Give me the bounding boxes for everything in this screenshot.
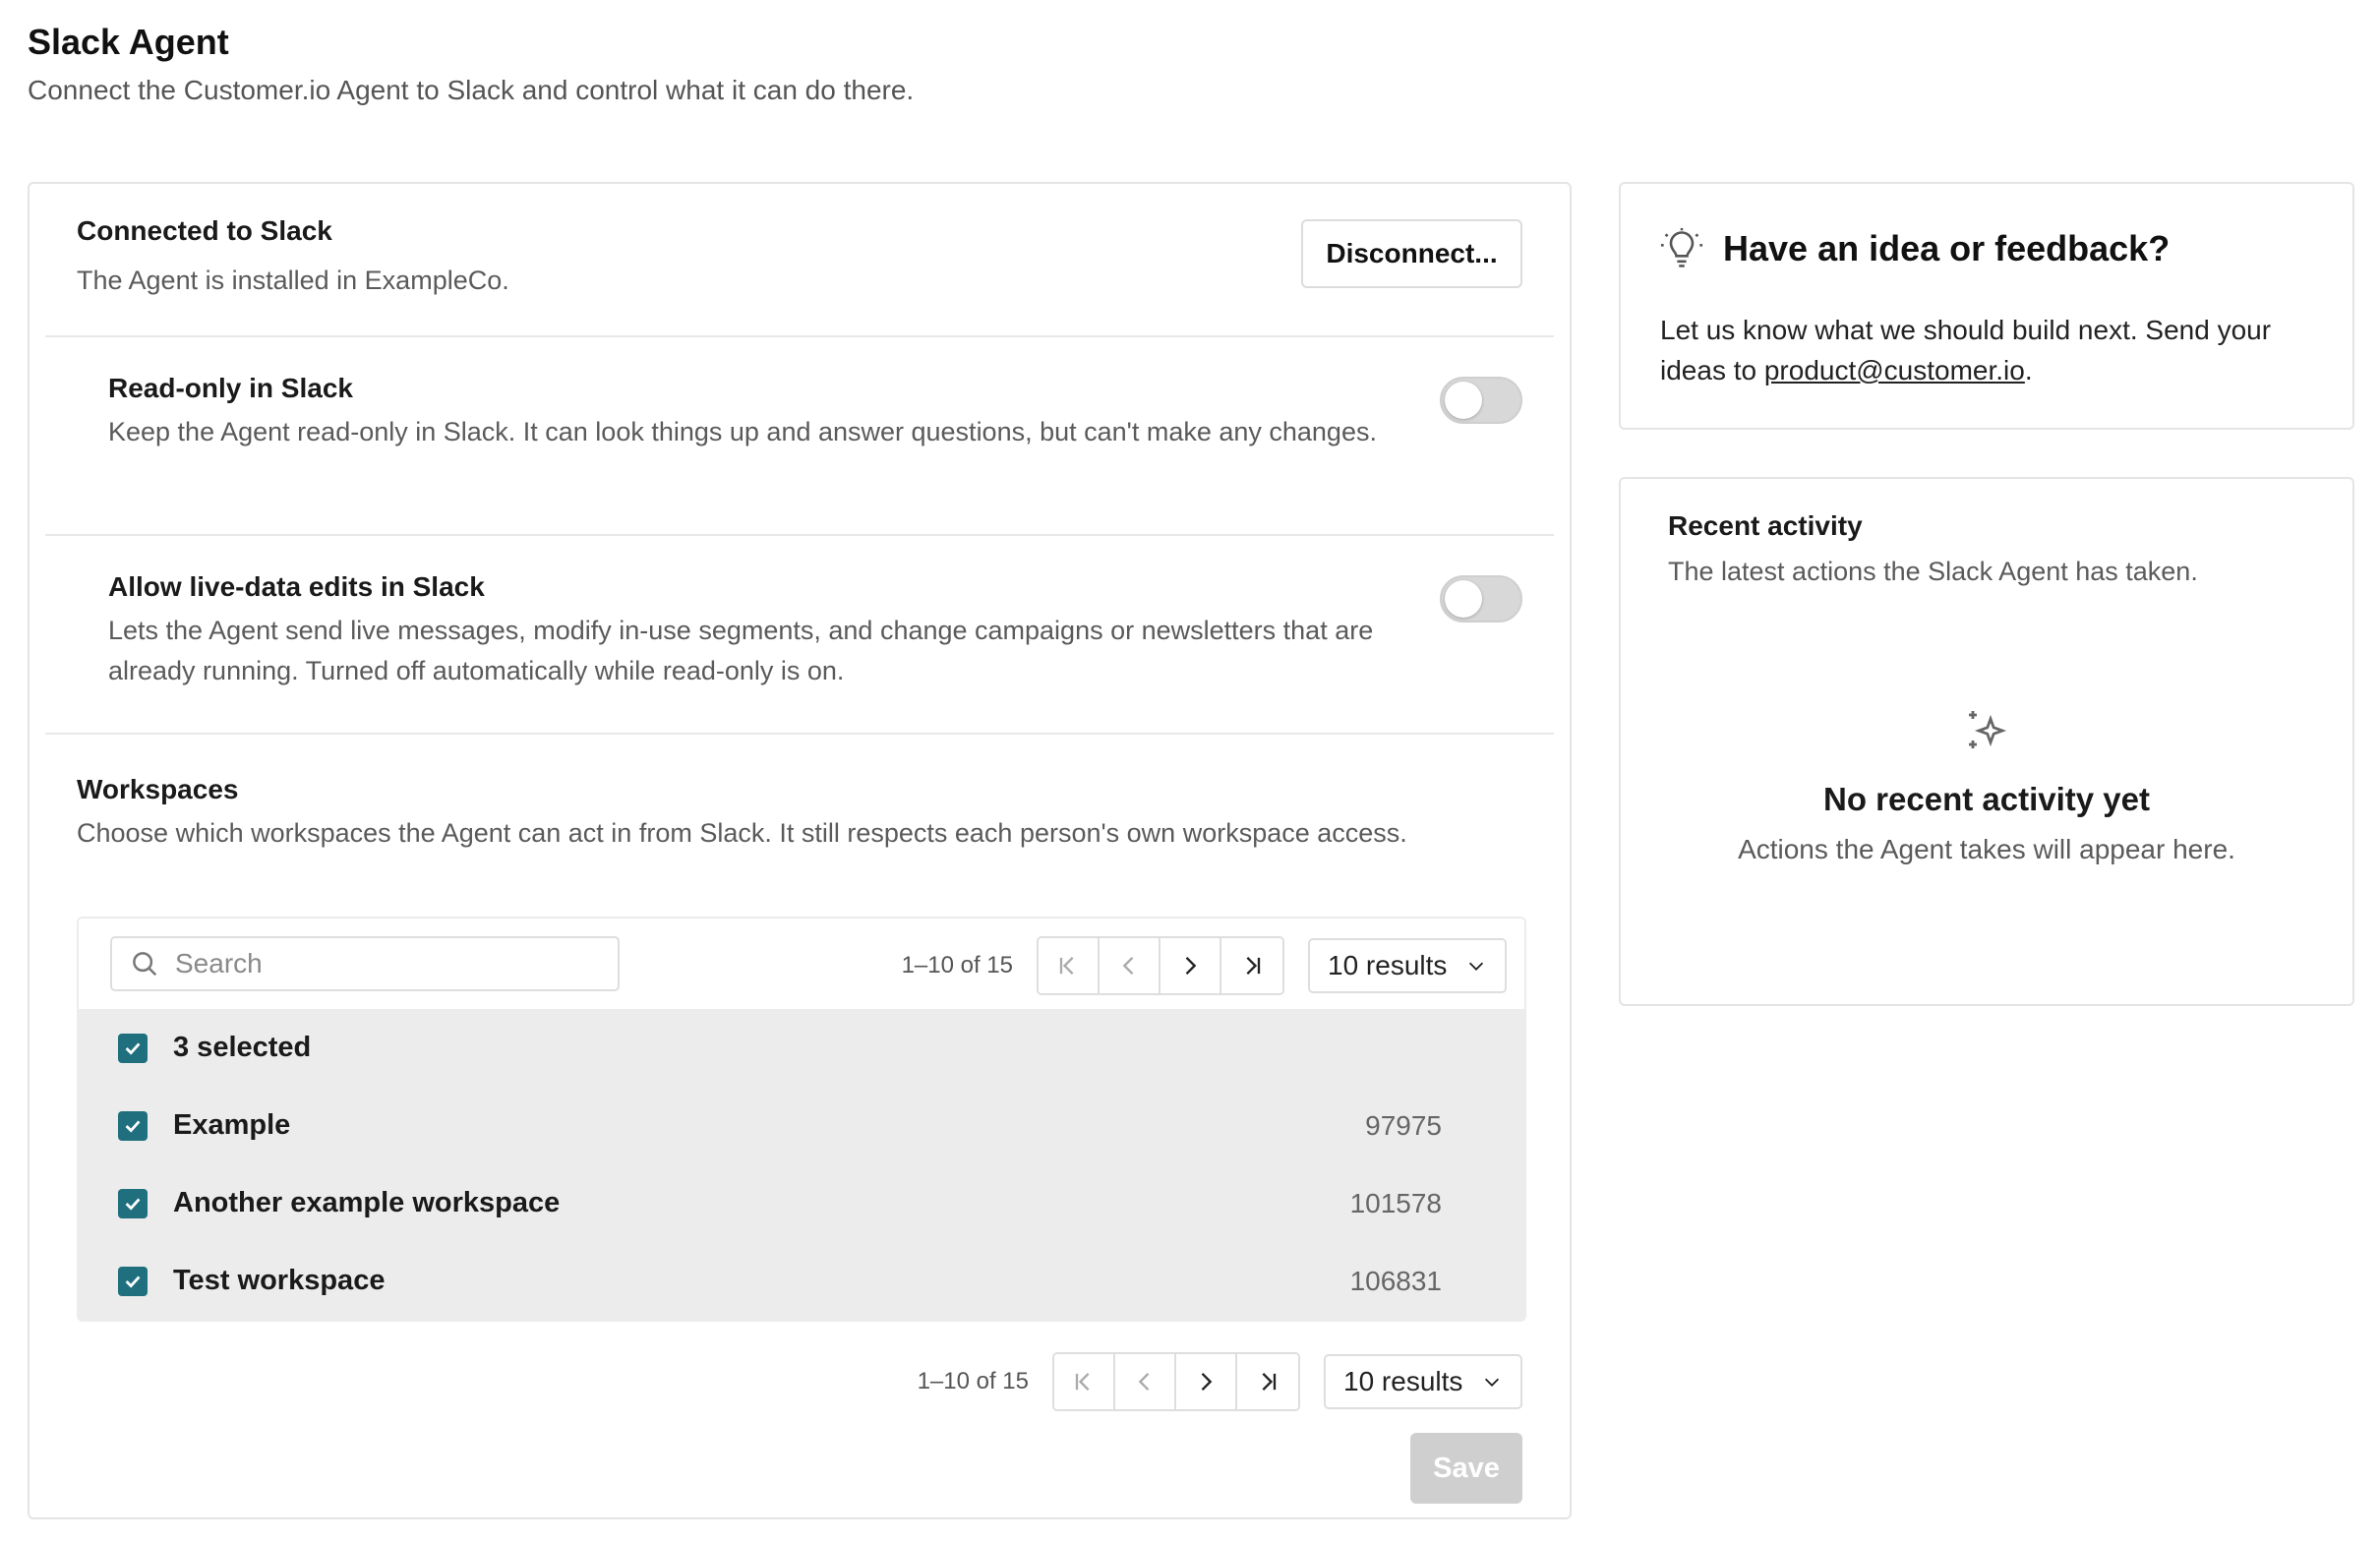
first-page-button[interactable] [1039, 938, 1100, 993]
workspace-name: Another example workspace [173, 1187, 561, 1218]
next-page-button[interactable] [1176, 1354, 1237, 1409]
empty-desc: Actions the Agent takes will appear here… [1738, 834, 2235, 864]
row-checkbox[interactable] [118, 1188, 148, 1218]
check-icon [125, 1197, 141, 1211]
page-subtitle: Connect the Customer.io Agent to Slack a… [28, 75, 915, 105]
chevron-down-icon [1468, 962, 1484, 971]
check-icon [125, 1041, 141, 1055]
select-all-checkbox[interactable] [118, 1033, 148, 1063]
divider [45, 335, 1554, 337]
top-pagination: 1–10 of 15 10 results [902, 936, 1507, 995]
feedback-header: Have an idea or feedback? [1660, 227, 2170, 270]
sparkle-icon [1969, 711, 2007, 748]
read-only-desc: Keep the Agent read-only in Slack. It ca… [108, 417, 1377, 446]
toggle-knob [1445, 382, 1482, 419]
chevron-left-icon [1122, 957, 1134, 975]
check-icon [125, 1119, 141, 1133]
table-row: Example 97975 [79, 1087, 1524, 1164]
feedback-email-link[interactable]: product@customer.io [1764, 355, 2025, 386]
connection-section: Connected to Slack The Agent is installe… [77, 215, 509, 301]
save-button[interactable]: Save [1410, 1433, 1522, 1504]
activity-header: Recent activity The latest actions the S… [1668, 510, 2198, 592]
workspace-name: Test workspace [173, 1265, 386, 1296]
workspaces-section: Workspaces Choose which workspaces the A… [77, 774, 1473, 854]
feedback-suffix: . [2024, 355, 2033, 386]
search-icon [133, 952, 157, 977]
live-edits-toggle[interactable] [1440, 575, 1522, 623]
workspace-rows: 3 selected Example 97975 Another example… [79, 1009, 1524, 1320]
empty-title: No recent activity yet [1823, 781, 2150, 817]
results-label: 10 results [1328, 950, 1448, 980]
first-page-icon [1059, 957, 1074, 975]
results-per-page-select[interactable]: 10 results [1308, 938, 1507, 993]
bottom-pagination: 1–10 of 15 10 results [918, 1352, 1522, 1411]
select-all-row: 3 selected [79, 1009, 1524, 1087]
last-page-icon [1246, 957, 1261, 975]
workspaces-table: Search 1–10 of 15 10 results 3 selected … [77, 917, 1526, 1322]
activity-title: Recent activity [1668, 510, 1863, 541]
read-only-toggle[interactable] [1440, 377, 1522, 424]
feedback-body: Let us know what we should build next. S… [1660, 310, 2329, 390]
workspace-id: 101578 [1349, 1187, 1442, 1218]
prev-page-button[interactable] [1115, 1354, 1176, 1409]
feedback-title: Have an idea or feedback? [1723, 228, 2171, 268]
pager-buttons [1052, 1352, 1300, 1411]
prev-page-button[interactable] [1100, 938, 1160, 993]
pager-buttons [1037, 936, 1284, 995]
search-placeholder: Search [175, 948, 263, 979]
settings-card: Connected to Slack The Agent is installe… [28, 182, 1572, 1519]
row-checkbox[interactable] [118, 1110, 148, 1141]
connection-desc: The Agent is installed in ExampleCo. [77, 266, 509, 295]
search-input[interactable]: Search [110, 936, 620, 991]
page-range: 1–10 of 15 [917, 1368, 1029, 1394]
divider [45, 534, 1554, 536]
row-checkbox[interactable] [118, 1266, 148, 1296]
page-range: 1–10 of 15 [901, 952, 1013, 979]
activity-empty-state: No recent activity yet Actions the Agent… [1621, 707, 2352, 865]
toggle-knob [1445, 580, 1482, 618]
live-edits-setting: Allow live-data edits in Slack Lets the … [108, 571, 1465, 691]
next-page-button[interactable] [1160, 938, 1221, 993]
chevron-down-icon [1484, 1378, 1500, 1387]
read-only-title: Read-only in Slack [108, 373, 353, 403]
page-title: Slack Agent [28, 22, 229, 62]
live-edits-title: Allow live-data edits in Slack [108, 571, 485, 602]
read-only-setting: Read-only in Slack Keep the Agent read-o… [108, 373, 1465, 452]
workspace-name: Example [173, 1109, 291, 1141]
selected-count: 3 selected [173, 1032, 312, 1063]
lightbulb-icon [1660, 227, 1703, 267]
table-row: Test workspace 106831 [79, 1242, 1524, 1320]
disconnect-button[interactable]: Disconnect... [1301, 219, 1522, 288]
activity-desc: The latest actions the Slack Agent has t… [1668, 557, 2198, 586]
chevron-left-icon [1138, 1373, 1150, 1391]
chevron-right-icon [1201, 1373, 1213, 1391]
table-row: Another example workspace 101578 [79, 1164, 1524, 1242]
activity-card: Recent activity The latest actions the S… [1619, 477, 2354, 1006]
workspaces-desc: Choose which workspaces the Agent can ac… [77, 818, 1407, 848]
results-label: 10 results [1343, 1366, 1463, 1396]
divider [45, 733, 1554, 735]
connection-title: Connected to Slack [77, 215, 332, 246]
results-per-page-select[interactable]: 10 results [1324, 1354, 1522, 1409]
feedback-card: Have an idea or feedback? Let us know wh… [1619, 182, 2354, 430]
first-page-button[interactable] [1054, 1354, 1115, 1409]
workspace-id: 106831 [1349, 1265, 1442, 1296]
workspaces-title: Workspaces [77, 774, 239, 804]
workspace-id: 97975 [1365, 1109, 1442, 1141]
last-page-icon [1262, 1373, 1277, 1391]
last-page-button[interactable] [1221, 938, 1282, 993]
last-page-button[interactable] [1237, 1354, 1298, 1409]
table-toolbar: Search 1–10 of 15 10 results [79, 919, 1524, 1009]
check-icon [125, 1275, 141, 1288]
chevron-right-icon [1185, 957, 1197, 975]
live-edits-desc: Lets the Agent send live messages, modif… [108, 616, 1374, 685]
first-page-icon [1075, 1373, 1090, 1391]
